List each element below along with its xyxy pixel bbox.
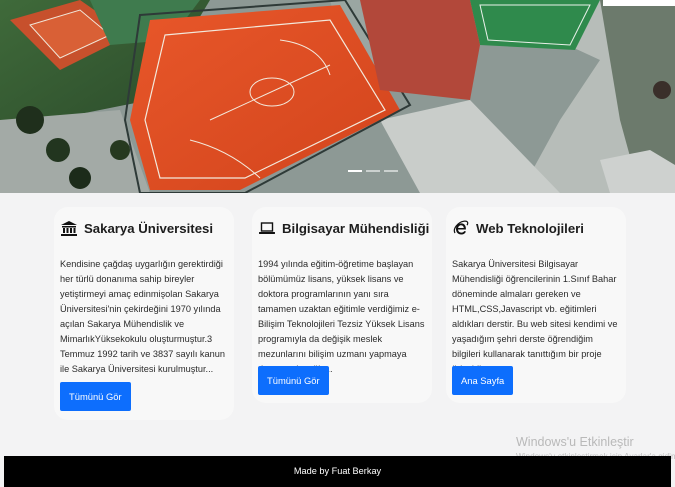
footer: Made by Fuat Berkay bbox=[4, 456, 671, 487]
card-title: Sakarya Üniversitesi bbox=[60, 217, 234, 239]
card-title-text: Sakarya Üniversitesi bbox=[84, 220, 214, 236]
hero-image bbox=[0, 0, 675, 193]
laptop-icon bbox=[258, 220, 275, 236]
see-all-button[interactable]: Tümünü Gör bbox=[258, 366, 329, 395]
carousel-dot-3[interactable] bbox=[384, 170, 398, 172]
bank-icon bbox=[60, 220, 77, 236]
carousel-indicators[interactable] bbox=[348, 170, 398, 174]
see-all-button[interactable]: Tümünü Gör bbox=[60, 382, 131, 411]
card-computer-engineering: Bilgisayar Mühendisliği 1994 yılında eği… bbox=[252, 207, 432, 403]
internet-explorer-icon bbox=[452, 220, 469, 236]
card-sakarya-university: Sakarya Üniversitesi Kendisine çağdaş uy… bbox=[54, 207, 234, 420]
card-description: Kendisine çağdaş uygarlığın gerektirdiği… bbox=[60, 259, 225, 374]
windows-activation-title: Windows'u Etkinleştir bbox=[516, 435, 634, 449]
home-page-button[interactable]: Ana Sayfa bbox=[452, 366, 514, 395]
card-description: Sakarya Üniversitesi Bilgisayar Mühendis… bbox=[452, 259, 618, 374]
card-title-text: Web Teknolojileri bbox=[476, 220, 584, 236]
carousel-dot-1[interactable] bbox=[348, 170, 362, 172]
hero-corner-mask bbox=[603, 0, 675, 6]
footer-credit: Made by Fuat Berkay bbox=[293, 466, 382, 476]
sports-courts-image bbox=[0, 0, 675, 193]
card-title: Web Teknolojileri bbox=[452, 217, 626, 239]
card-title: Bilgisayar Mühendisliği bbox=[258, 217, 432, 239]
card-title-text: Bilgisayar Mühendisliği bbox=[282, 220, 430, 236]
card-web-technologies: Web Teknolojileri Sakarya Üniversitesi B… bbox=[446, 207, 626, 403]
carousel-dot-2[interactable] bbox=[366, 170, 380, 172]
card-description: 1994 yılında eğitim-öğretime başlayan bö… bbox=[258, 259, 425, 374]
